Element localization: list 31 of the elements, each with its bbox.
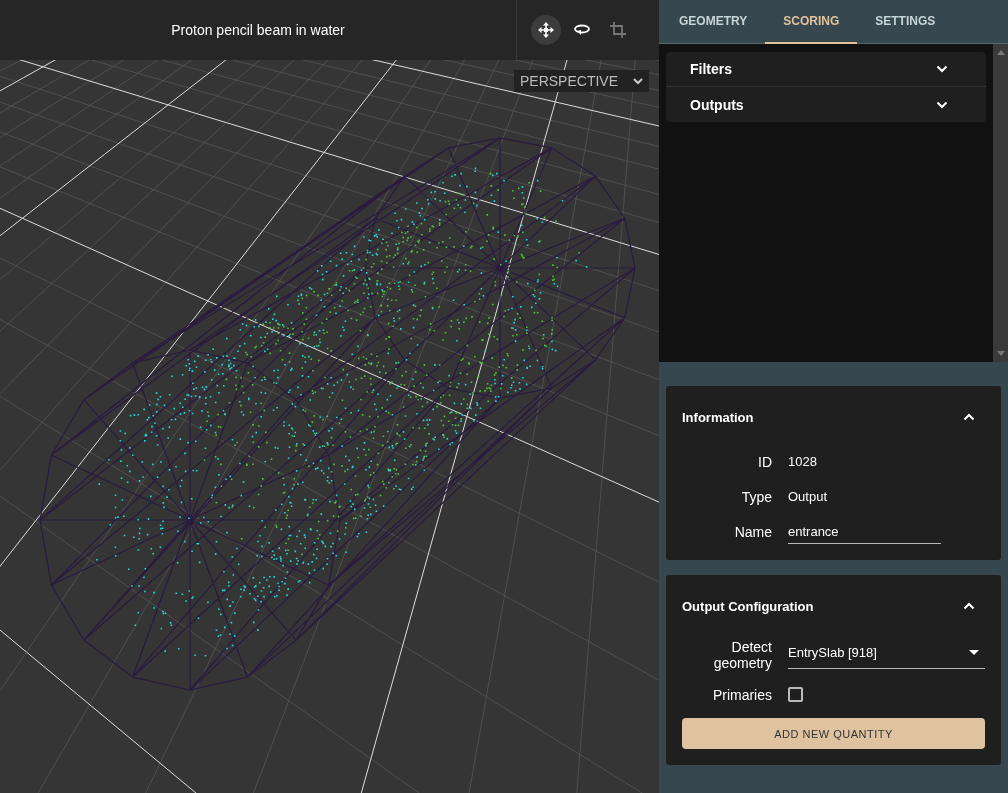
checkbox[interactable] xyxy=(788,687,803,702)
move-icon xyxy=(537,21,555,39)
chevron-down-icon xyxy=(936,65,948,73)
field-label: Name xyxy=(733,524,772,540)
field-label: Primaries xyxy=(711,686,772,703)
tool-button[interactable] xyxy=(531,15,561,45)
scroll-up-icon[interactable] xyxy=(996,50,1005,55)
chevron-up-icon xyxy=(963,602,975,610)
field-label: Detect geometry xyxy=(712,639,772,671)
panel-header[interactable]: Information xyxy=(666,386,1001,448)
projection-select[interactable]: PERSPECTIVE xyxy=(514,70,649,92)
chevron-up-icon xyxy=(963,413,975,421)
dropdown-arrow-icon xyxy=(969,650,979,655)
name-input[interactable]: entrance xyxy=(788,520,941,544)
field-label: Type xyxy=(740,488,772,505)
crop-icon xyxy=(609,21,627,39)
geometry-select[interactable]: EntrySlab [918] xyxy=(788,641,985,669)
field-value: Output xyxy=(788,489,828,504)
field-value: 1028 xyxy=(788,454,817,469)
scroll-down-icon[interactable] xyxy=(996,351,1005,356)
chevron-down-icon xyxy=(633,77,643,85)
scene-title: Proton pencil beam in water xyxy=(171,22,345,38)
tab[interactable]: SETTINGS xyxy=(857,0,954,44)
panel-header[interactable]: Output Configuration xyxy=(666,575,1001,637)
chevron-down-icon xyxy=(936,100,948,109)
field-label: ID xyxy=(757,453,772,470)
accordion-header[interactable]: Outputs xyxy=(666,87,986,122)
add-quantity-button[interactable]: ADD NEW QUANTITY xyxy=(682,718,985,749)
tab[interactable]: GEOMETRY xyxy=(661,0,766,44)
accordion-header[interactable]: Filters xyxy=(666,52,986,87)
scrollbar[interactable] xyxy=(993,44,1008,362)
